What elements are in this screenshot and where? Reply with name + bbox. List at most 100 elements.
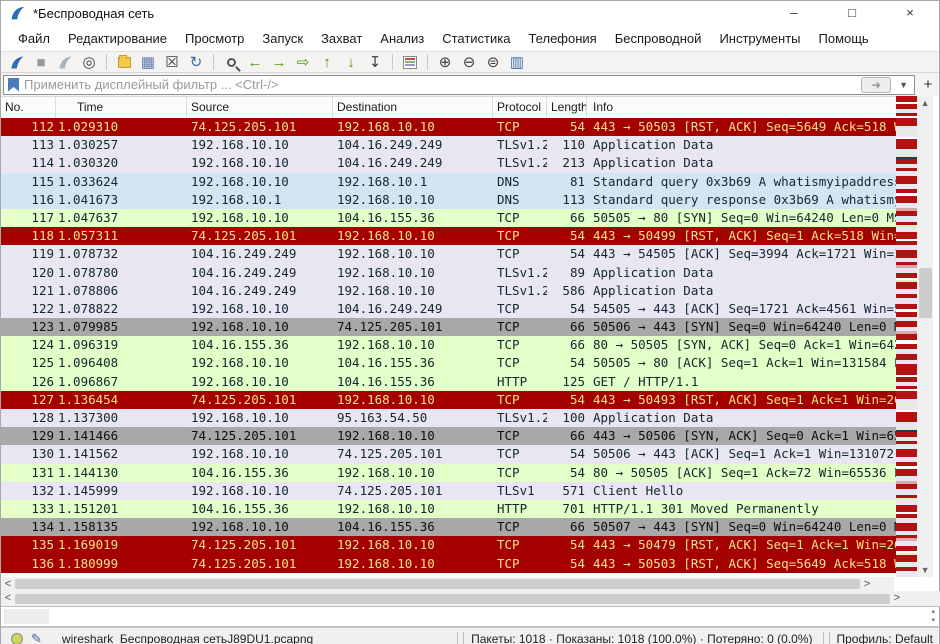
cell-destination: 104.16.249.249 <box>333 300 493 318</box>
packet-row-127[interactable]: 1271.13645474.125.205.101192.168.10.10TC… <box>1 391 896 409</box>
capture-comment-icon[interactable]: ✎ <box>31 631 42 644</box>
save-file-icon[interactable]: ▦ <box>136 52 160 72</box>
apply-filter-button[interactable]: ➜ <box>861 77 891 93</box>
packet-row-116[interactable]: 1161.041673192.168.10.1192.168.10.10DNS1… <box>1 191 896 209</box>
packet-row-133[interactable]: 1331.151201104.16.155.36192.168.10.10HTT… <box>1 500 896 518</box>
packet-list-hscrollbar[interactable]: < > <box>1 577 894 591</box>
packet-row-123[interactable]: 1231.079985192.168.10.1074.125.205.101TC… <box>1 318 896 336</box>
add-filter-button[interactable]: + <box>919 76 937 93</box>
cell-info: 50507 → 443 [SYN] Seq=0 Win=64240 Len=0 … <box>587 518 896 536</box>
resize-columns-icon[interactable]: ▥ <box>505 52 529 72</box>
auto-scroll-icon[interactable]: ↧ <box>363 52 387 72</box>
close-file-icon[interactable]: ☒ <box>160 52 184 72</box>
open-file-icon[interactable] <box>112 52 136 72</box>
menu-item-4[interactable]: Запуск <box>253 28 312 49</box>
column-header-no[interactable]: No. <box>1 97 56 118</box>
vertical-scrollbar-thumb[interactable] <box>919 268 932 318</box>
secondary-hscrollbar[interactable]: < > <box>1 591 940 606</box>
menu-item-9[interactable]: Беспроводной <box>606 28 711 49</box>
packet-counts: Пакеты: 1018 · Показаны: 1018 (100.0%) ·… <box>465 632 818 644</box>
packet-row-117[interactable]: 1171.047637192.168.10.10104.16.155.36TCP… <box>1 209 896 227</box>
go-forward-icon[interactable]: → <box>267 52 291 72</box>
cell-destination: 192.168.10.10 <box>333 391 493 409</box>
expert-info-icon[interactable] <box>11 633 23 644</box>
pane-scroll-icons[interactable]: ▴▾ <box>931 607 935 625</box>
scroll-left-icon[interactable]: < <box>1 592 15 605</box>
cell-protocol: TCP <box>493 445 547 463</box>
cell-length: 54 <box>547 464 587 482</box>
filter-dropdown-icon[interactable]: ▼ <box>893 80 914 90</box>
zoom-out-icon[interactable]: ⊖ <box>457 52 481 72</box>
packet-row-122[interactable]: 1221.078822192.168.10.10104.16.249.249TC… <box>1 300 896 318</box>
minimap-stripe <box>896 250 917 258</box>
bookmark-icon[interactable] <box>8 78 19 92</box>
scroll-up-icon[interactable]: ▲ <box>917 98 933 108</box>
intelligent-scrollbar-minimap[interactable] <box>896 96 917 577</box>
vertical-scrollbar[interactable]: ▲ ▼ <box>917 96 933 577</box>
close-button[interactable]: × <box>881 1 939 25</box>
scroll-left-icon[interactable]: < <box>1 578 15 591</box>
display-filter-input[interactable] <box>24 76 861 94</box>
cell-no: 117 <box>1 209 56 227</box>
colorize-icon[interactable] <box>398 52 422 72</box>
hscrollbar-thumb[interactable] <box>15 579 860 589</box>
packet-row-132[interactable]: 1321.145999192.168.10.1074.125.205.101TL… <box>1 482 896 500</box>
zoom-reset-icon[interactable]: ⊜ <box>481 52 505 72</box>
packet-row-113[interactable]: 1131.030257192.168.10.10104.16.249.249TL… <box>1 136 896 154</box>
packet-row-112[interactable]: 1121.02931074.125.205.101192.168.10.10TC… <box>1 118 896 136</box>
packet-row-120[interactable]: 1201.078780104.16.249.249192.168.10.10TL… <box>1 264 896 282</box>
packet-row-136[interactable]: 1361.18099974.125.205.101192.168.10.10TC… <box>1 555 896 573</box>
packet-row-130[interactable]: 1301.141562192.168.10.1074.125.205.101TC… <box>1 445 896 463</box>
maximize-button[interactable]: □ <box>823 1 881 25</box>
cell-source: 104.16.249.249 <box>187 282 333 300</box>
start-capture-icon[interactable] <box>5 52 29 72</box>
column-header-source[interactable]: Source <box>187 97 333 118</box>
menu-item-11[interactable]: Помощь <box>810 28 878 49</box>
packet-row-128[interactable]: 1281.137300192.168.10.1095.163.54.50TLSv… <box>1 409 896 427</box>
menu-item-2[interactable]: Редактирование <box>59 28 176 49</box>
menu-item-7[interactable]: Статистика <box>433 28 519 49</box>
packet-row-114[interactable]: 1141.030320192.168.10.10104.16.249.249TL… <box>1 154 896 172</box>
packet-row-129[interactable]: 1291.14146674.125.205.101192.168.10.10TC… <box>1 427 896 445</box>
packet-row-119[interactable]: 1191.078732104.16.249.249192.168.10.10TC… <box>1 245 896 263</box>
menu-item-8[interactable]: Телефония <box>519 28 605 49</box>
column-header-protocol[interactable]: Protocol <box>493 97 547 118</box>
cell-length: 54 <box>547 245 587 263</box>
capture-options-icon[interactable]: ◎ <box>77 52 101 72</box>
scroll-down-icon[interactable]: ▼ <box>917 565 933 575</box>
hscrollbar-thumb[interactable] <box>15 594 890 604</box>
scroll-right-icon[interactable]: > <box>860 578 874 591</box>
go-back-icon[interactable]: ← <box>243 52 267 72</box>
stop-capture-icon[interactable]: ■ <box>29 52 53 72</box>
find-packet-icon[interactable] <box>219 52 243 72</box>
column-header-info[interactable]: Info <box>587 97 896 118</box>
go-last-icon[interactable]: ↓ <box>339 52 363 72</box>
column-header-length[interactable]: Length <box>547 97 587 118</box>
restart-capture-icon[interactable] <box>53 52 77 72</box>
minimize-button[interactable]: – <box>765 1 823 25</box>
packet-row-115[interactable]: 1151.033624192.168.10.10192.168.10.1DNS8… <box>1 173 896 191</box>
menu-item-5[interactable]: Захват <box>312 28 371 49</box>
scroll-right-icon[interactable]: > <box>890 592 904 605</box>
column-header-destination[interactable]: Destination <box>333 97 493 118</box>
packet-row-131[interactable]: 1311.144130104.16.155.36192.168.10.10TCP… <box>1 464 896 482</box>
column-header-time[interactable]: Time <box>56 97 187 118</box>
menu-item-10[interactable]: Инструменты <box>710 28 809 49</box>
menu-item-6[interactable]: Анализ <box>371 28 433 49</box>
zoom-in-icon[interactable]: ⊕ <box>433 52 457 72</box>
packet-row-121[interactable]: 1211.078806104.16.249.249192.168.10.10TL… <box>1 282 896 300</box>
menu-item-3[interactable]: Просмотр <box>176 28 253 49</box>
menu-item-1[interactable]: Файл <box>9 28 59 49</box>
go-to-packet-icon[interactable]: ⇨ <box>291 52 315 72</box>
packet-row-135[interactable]: 1351.16901974.125.205.101192.168.10.10TC… <box>1 536 896 554</box>
packet-row-134[interactable]: 1341.158135192.168.10.10104.16.155.36TCP… <box>1 518 896 536</box>
packet-row-118[interactable]: 1181.05731174.125.205.101192.168.10.10TC… <box>1 227 896 245</box>
packet-row-125[interactable]: 1251.096408192.168.10.10104.16.155.36TCP… <box>1 354 896 372</box>
packet-row-126[interactable]: 1261.096867192.168.10.10104.16.155.36HTT… <box>1 373 896 391</box>
cell-source: 192.168.10.10 <box>187 445 333 463</box>
minimap-stripe <box>896 196 917 203</box>
packet-row-124[interactable]: 1241.096319104.16.155.36192.168.10.10TCP… <box>1 336 896 354</box>
cell-length: 66 <box>547 318 587 336</box>
reload-file-icon[interactable]: ↻ <box>184 52 208 72</box>
go-first-icon[interactable]: ↑ <box>315 52 339 72</box>
